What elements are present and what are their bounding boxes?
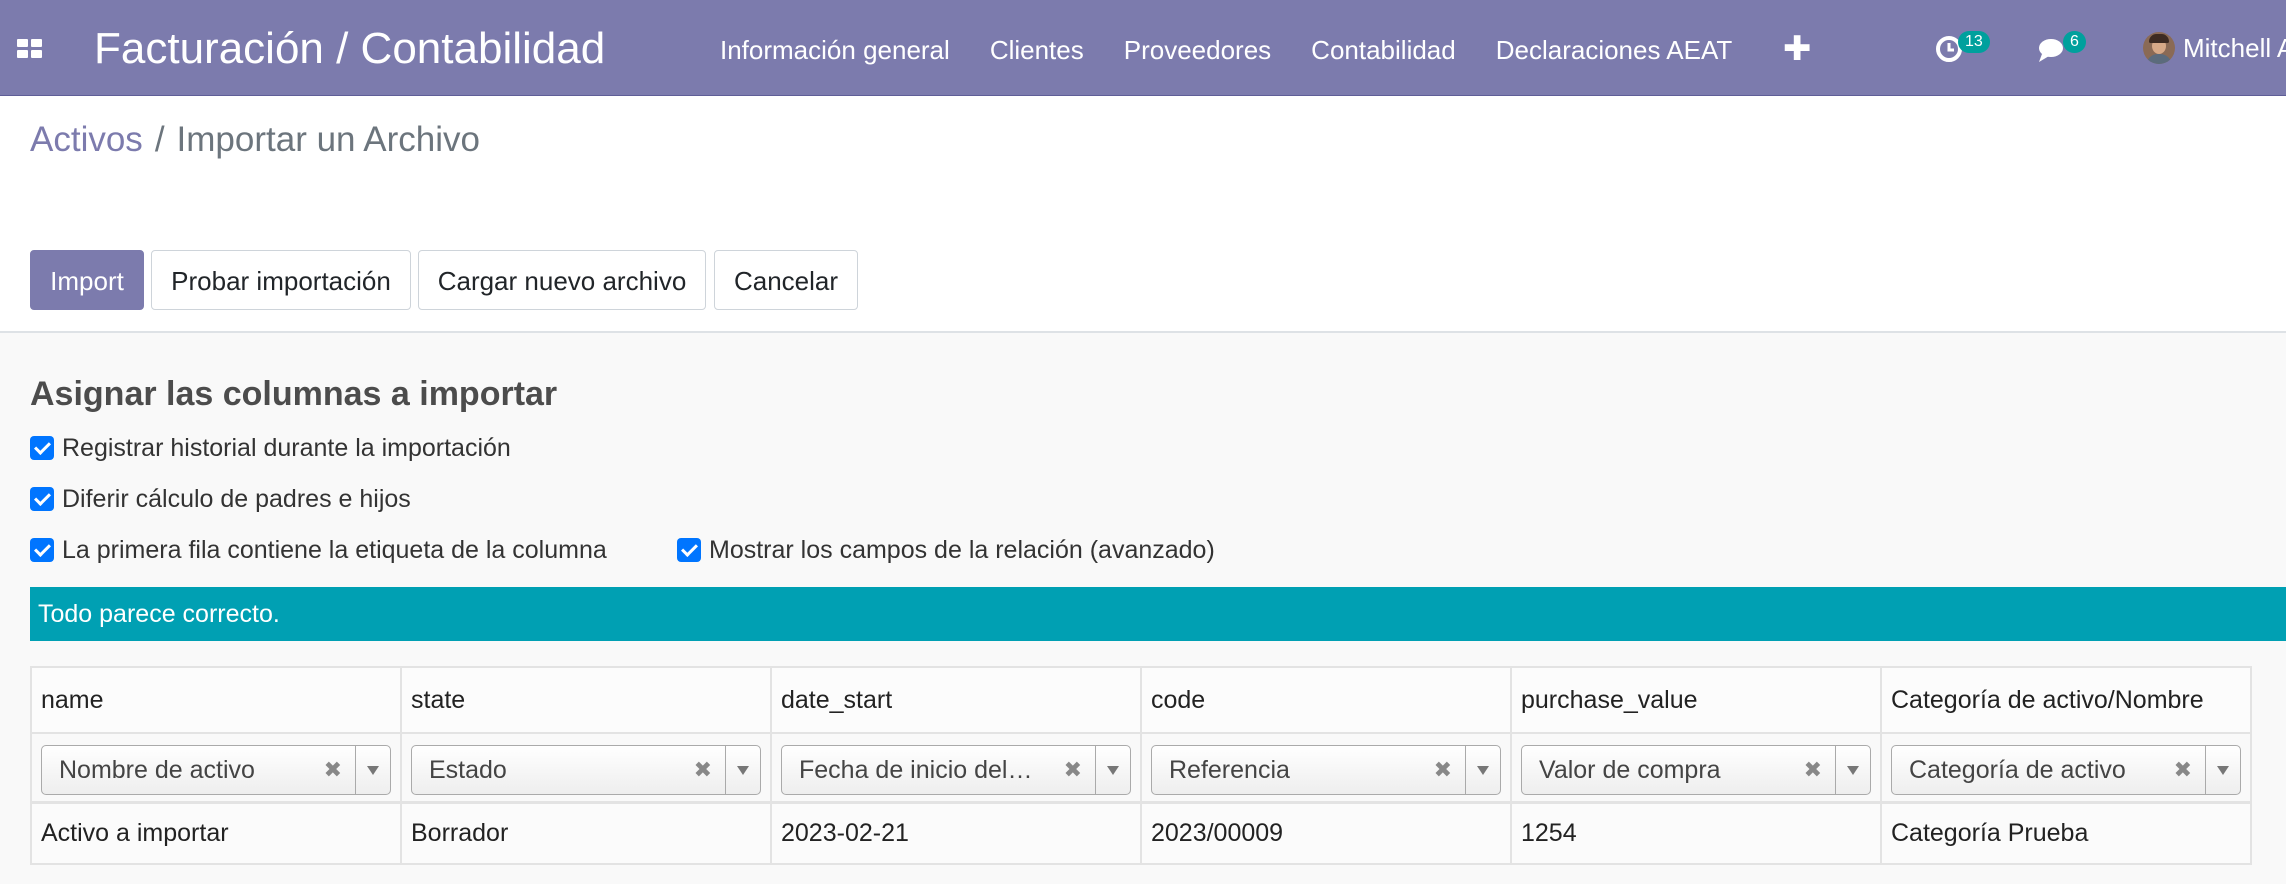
app-title[interactable]: Facturación / Contabilidad: [94, 24, 605, 74]
cell-value: Borrador: [411, 819, 509, 847]
field-select-cell: Estado ✖: [402, 734, 772, 801]
clear-icon[interactable]: ✖: [1804, 746, 1822, 794]
field-select-cell: Valor de compra ✖: [1512, 734, 1882, 801]
cell-value: 2023-02-21: [781, 819, 909, 847]
user-menu[interactable]: Mitchell Admin: [2143, 30, 2286, 66]
table-cell: Borrador: [402, 804, 772, 863]
cell-value: Categoría Prueba: [1891, 819, 2089, 847]
clear-icon[interactable]: ✖: [1434, 746, 1452, 794]
column-header: state: [402, 668, 772, 732]
column-header: Categoría de activo/Nombre: [1882, 668, 2250, 732]
avatar: [2143, 32, 2175, 64]
clear-icon[interactable]: ✖: [324, 746, 342, 794]
activity-menu[interactable]: 13: [1930, 28, 2000, 68]
field-select-value: Categoría de activo: [1909, 756, 2126, 784]
section-title: Asignar las columnas a importar: [30, 375, 558, 413]
field-select-cell: Nombre de activo ✖: [32, 734, 402, 801]
success-alert: Todo parece correcto.: [30, 587, 2286, 641]
chevron-down-icon[interactable]: [355, 746, 390, 794]
show-relation-fields-checkbox[interactable]: [677, 538, 701, 562]
chevron-down-icon[interactable]: [1835, 746, 1870, 794]
import-button[interactable]: Import: [30, 250, 144, 310]
cell-value: Activo a importar: [41, 819, 229, 847]
table-cell: 2023-02-21: [772, 804, 1142, 863]
field-select[interactable]: Referencia ✖: [1151, 745, 1501, 795]
message-count-badge: 6: [2063, 31, 2086, 53]
field-select-value: Valor de compra: [1539, 756, 1721, 784]
apps-grid-icon[interactable]: [17, 39, 43, 59]
clear-icon[interactable]: ✖: [694, 746, 712, 794]
field-select[interactable]: Valor de compra ✖: [1521, 745, 1871, 795]
column-header-label: date_start: [781, 686, 893, 714]
breadcrumb-separator: /: [154, 120, 165, 159]
field-select[interactable]: Fecha de inicio del… ✖: [781, 745, 1131, 795]
track-history-label: Registrar historial durante la importaci…: [62, 433, 511, 462]
import-preview-table: name state date_start code purchase_valu…: [30, 666, 2252, 865]
menu-item-accounting[interactable]: Contabilidad: [1311, 34, 1456, 66]
chevron-down-icon[interactable]: [1465, 746, 1500, 794]
first-row-headers-label: La primera fila contiene la etiqueta de …: [62, 535, 607, 564]
first-row-headers-checkbox[interactable]: [30, 538, 54, 562]
field-mapping-row: Nombre de activo ✖ Estado ✖ Fecha de ini…: [32, 734, 2250, 804]
table-cell: 1254: [1512, 804, 1882, 863]
option-show-relation-fields[interactable]: Mostrar los campos de la relación (avanz…: [677, 535, 1215, 565]
field-select-value: Fecha de inicio del…: [799, 756, 1033, 784]
column-header-label: name: [41, 686, 104, 714]
clear-icon[interactable]: ✖: [1064, 746, 1082, 794]
menu-item-vendors[interactable]: Proveedores: [1124, 34, 1271, 66]
menu-item-aeat[interactable]: Declaraciones AEAT: [1496, 34, 1733, 66]
table-cell: Categoría Prueba: [1882, 804, 2250, 863]
activity-count-badge: 13: [1958, 31, 1990, 53]
breadcrumb: Activos / Importar un Archivo: [30, 120, 480, 160]
field-select-cell: Fecha de inicio del… ✖: [772, 734, 1142, 801]
menu-item-customers[interactable]: Clientes: [990, 34, 1084, 66]
field-select-cell: Referencia ✖: [1142, 734, 1512, 801]
chevron-down-icon[interactable]: [1095, 746, 1130, 794]
column-header-label: code: [1151, 686, 1206, 714]
defer-parent-label: Diferir cálculo de padres e hijos: [62, 484, 411, 513]
table-cell: 2023/00009: [1142, 804, 1512, 863]
field-select-value: Referencia: [1169, 756, 1290, 784]
option-track-history[interactable]: Registrar historial durante la importaci…: [30, 433, 511, 463]
chevron-down-icon[interactable]: [2205, 746, 2240, 794]
top-navbar: Facturación / Contabilidad Información g…: [0, 0, 2286, 96]
clear-icon[interactable]: ✖: [2174, 746, 2192, 794]
column-header: date_start: [772, 668, 1142, 732]
column-header-label: Categoría de activo/Nombre: [1891, 686, 2204, 714]
breadcrumb-assets-link[interactable]: Activos: [30, 120, 143, 159]
chevron-down-icon[interactable]: [725, 746, 760, 794]
track-history-checkbox[interactable]: [30, 436, 54, 460]
cancel-button[interactable]: Cancelar: [714, 250, 858, 310]
column-header-label: state: [411, 686, 466, 714]
field-select-cell: Categoría de activo ✖: [1882, 734, 2250, 801]
field-select[interactable]: Estado ✖: [411, 745, 761, 795]
load-new-file-button[interactable]: Cargar nuevo archivo: [418, 250, 706, 310]
cell-value: 1254: [1521, 819, 1577, 847]
field-select[interactable]: Categoría de activo ✖: [1891, 745, 2241, 795]
column-header: name: [32, 668, 402, 732]
test-import-button[interactable]: Probar importación: [151, 250, 411, 310]
table-cell: Activo a importar: [32, 804, 402, 863]
column-header: code: [1142, 668, 1512, 732]
column-header-label: purchase_value: [1521, 686, 1698, 714]
control-panel: Activos / Importar un Archivo Import Proba…: [0, 96, 2286, 333]
menu-item-overview[interactable]: Información general: [720, 34, 950, 66]
main-menu: Información general Clientes Proveedores…: [720, 34, 1772, 66]
defer-parent-checkbox[interactable]: [30, 487, 54, 511]
field-select-value: Nombre de activo: [59, 756, 255, 784]
cell-value: 2023/00009: [1151, 819, 1284, 847]
field-select-value: Estado: [429, 756, 507, 784]
field-select[interactable]: Nombre de activo ✖: [41, 745, 391, 795]
user-name: Mitchell Admin: [2183, 32, 2286, 63]
breadcrumb-current: Importar un Archivo: [176, 120, 481, 159]
column-header: purchase_value: [1512, 668, 1882, 732]
option-first-row-headers[interactable]: La primera fila contiene la etiqueta de …: [30, 535, 607, 565]
table-header-row: name state date_start code purchase_valu…: [32, 668, 2250, 734]
show-relation-fields-label: Mostrar los campos de la relación (avanz…: [709, 535, 1215, 564]
option-defer-parent[interactable]: Diferir cálculo de padres e hijos: [30, 484, 411, 514]
messages-menu[interactable]: 6: [2035, 28, 2095, 68]
plus-icon[interactable]: ✚: [1783, 30, 1812, 68]
table-row: Activo a importar Borrador 2023-02-21 20…: [32, 804, 2250, 863]
